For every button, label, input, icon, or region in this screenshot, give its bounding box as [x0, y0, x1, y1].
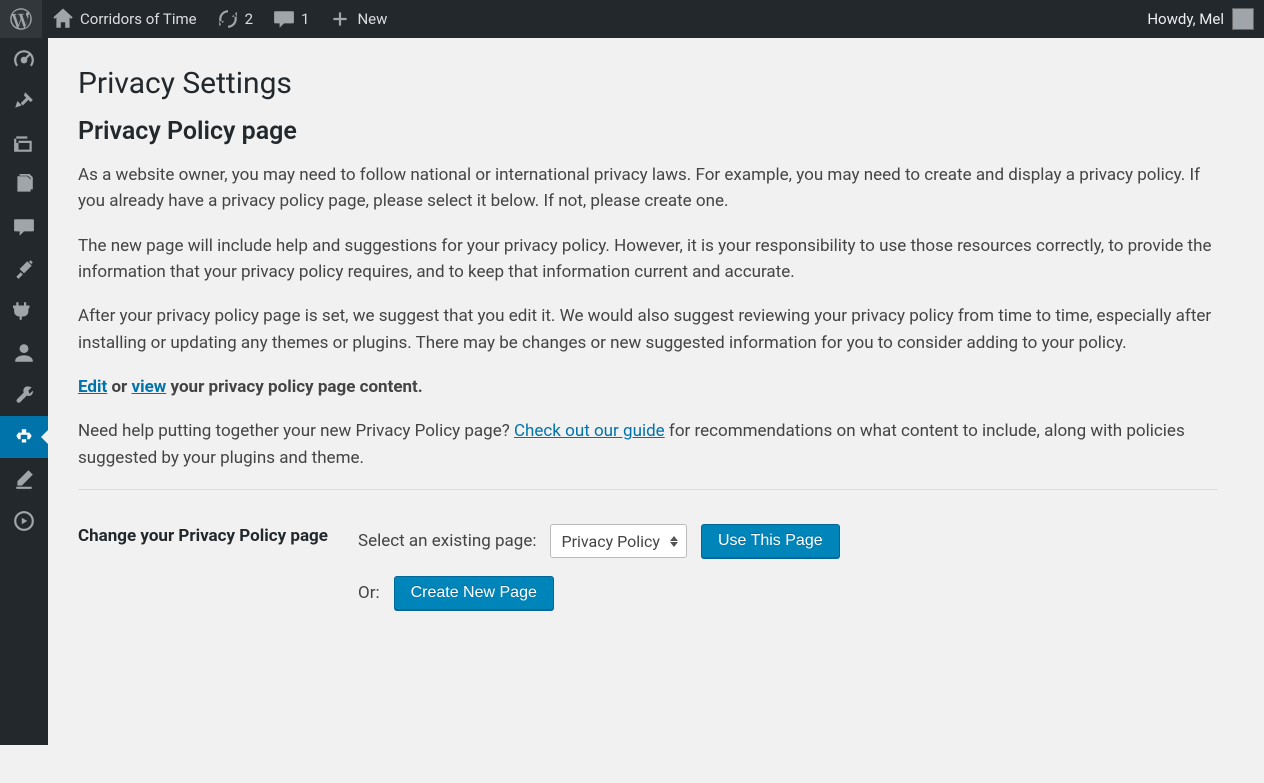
menu-settings[interactable] — [0, 416, 48, 458]
or-label: Or: — [358, 583, 380, 603]
site-name: Corridors of Time — [80, 10, 197, 28]
create-new-page-button[interactable]: Create New Page — [394, 576, 554, 610]
select-row: Select an existing page: Privacy Policy … — [358, 524, 1218, 558]
plus-icon — [329, 8, 351, 30]
comments-count: 1 — [301, 10, 309, 28]
wordpress-logo[interactable] — [0, 0, 42, 38]
main-content: Privacy Settings Privacy Policy page As … — [48, 38, 1248, 650]
new-content-link[interactable]: New — [319, 0, 397, 38]
change-policy-label: Change your Privacy Policy page — [78, 514, 358, 620]
menu-dashboard[interactable] — [0, 38, 48, 80]
page-title: Privacy Settings — [78, 66, 1218, 101]
admin-bar-right[interactable]: Howdy, Mel — [1147, 8, 1264, 30]
form-table: Change your Privacy Policy page Select a… — [78, 514, 1218, 620]
intro-paragraph-1: As a website owner, you may need to foll… — [78, 162, 1218, 215]
updates-link[interactable]: 2 — [207, 0, 263, 38]
howdy-text: Howdy, Mel — [1147, 10, 1224, 28]
avatar — [1232, 8, 1254, 30]
select-caret-icon — [670, 536, 678, 547]
intro-paragraph-3: After your privacy policy page is set, w… — [78, 303, 1218, 356]
intro-paragraph-2: The new page will include help and sugge… — [78, 233, 1218, 286]
update-icon — [217, 8, 239, 30]
guide-link[interactable]: Check out our guide — [514, 421, 665, 441]
page-select[interactable]: Privacy Policy — [550, 524, 687, 558]
edit-view-line: Edit or view your privacy policy page co… — [78, 374, 1218, 400]
menu-custom-1[interactable] — [0, 458, 48, 500]
menu-plugins[interactable] — [0, 290, 48, 332]
page-select-value: Privacy Policy — [561, 532, 660, 551]
menu-tools[interactable] — [0, 374, 48, 416]
new-label: New — [357, 10, 387, 28]
menu-appearance[interactable] — [0, 248, 48, 290]
guide-line: Need help putting together your new Priv… — [78, 418, 1218, 471]
divider — [78, 489, 1218, 490]
view-link[interactable]: view — [132, 377, 167, 397]
menu-pages[interactable] — [0, 164, 48, 206]
edit-link[interactable]: Edit — [78, 377, 107, 397]
updates-count: 2 — [245, 10, 253, 28]
or-row: Or: Create New Page — [358, 576, 1218, 610]
wordpress-icon — [10, 8, 32, 30]
use-this-page-button[interactable]: Use This Page — [701, 524, 840, 558]
admin-bar: Corridors of Time 2 1 New Howdy, Mel — [0, 0, 1264, 38]
section-title: Privacy Policy page — [78, 117, 1218, 146]
comments-link[interactable]: 1 — [263, 0, 319, 38]
home-icon — [52, 8, 74, 30]
admin-bar-left: Corridors of Time 2 1 New — [0, 0, 397, 38]
menu-posts[interactable] — [0, 80, 48, 122]
menu-media[interactable] — [0, 122, 48, 164]
comment-icon — [273, 8, 295, 30]
menu-comments[interactable] — [0, 206, 48, 248]
select-existing-label: Select an existing page: — [358, 531, 536, 551]
menu-custom-2[interactable] — [0, 500, 48, 542]
menu-users[interactable] — [0, 332, 48, 374]
admin-menu — [0, 38, 48, 745]
site-name-link[interactable]: Corridors of Time — [42, 0, 207, 38]
